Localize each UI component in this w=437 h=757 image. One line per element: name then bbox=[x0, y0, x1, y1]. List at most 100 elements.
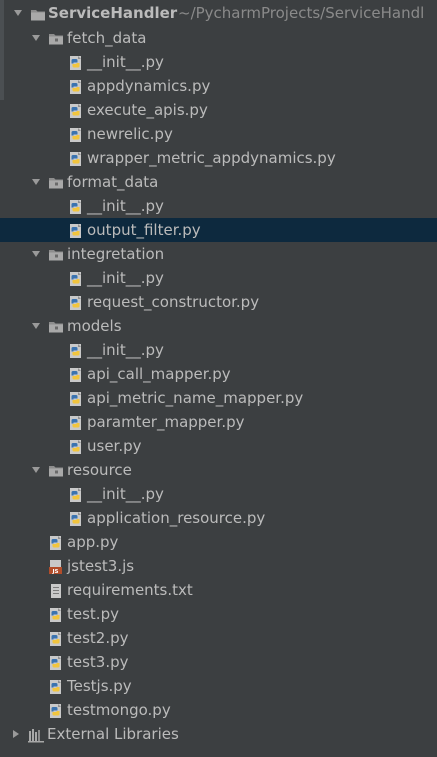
python-file-icon bbox=[68, 198, 84, 214]
python-file-icon bbox=[68, 102, 84, 118]
file-label: paramter_mapper.py bbox=[87, 413, 245, 431]
tree-row-file-testjs-py[interactable]: Testjs.py bbox=[0, 674, 437, 698]
tree-row-file-test3-py[interactable]: test3.py bbox=[0, 650, 437, 674]
file-label: requirements.txt bbox=[67, 581, 193, 599]
project-root-label: ServiceHandler bbox=[48, 4, 178, 22]
javascript-file-icon: JS bbox=[48, 558, 64, 575]
tree-row-file-app-py[interactable]: app.py bbox=[0, 530, 437, 554]
project-root-path: ~/PycharmProjects/ServiceHandl bbox=[178, 4, 425, 22]
tree-row-file-test2-py[interactable]: test2.py bbox=[0, 626, 437, 650]
chevron-down-icon[interactable] bbox=[30, 170, 42, 194]
file-label: api_call_mapper.py bbox=[87, 365, 231, 383]
folder-icon bbox=[48, 462, 64, 478]
file-label: user.py bbox=[87, 437, 142, 455]
python-file-icon bbox=[48, 534, 64, 550]
python-file-icon bbox=[48, 606, 64, 622]
chevron-right-icon[interactable] bbox=[10, 722, 22, 746]
python-file-icon bbox=[68, 126, 84, 142]
file-label: api_metric_name_mapper.py bbox=[87, 389, 304, 407]
file-label: test.py bbox=[67, 605, 119, 623]
python-file-icon bbox=[68, 294, 84, 310]
svg-text:JS: JS bbox=[51, 569, 58, 575]
python-file-icon bbox=[68, 486, 84, 502]
chevron-down-icon[interactable] bbox=[30, 314, 42, 338]
tree-row-folder-fetch-data[interactable]: fetch_data bbox=[0, 26, 437, 50]
file-label: test3.py bbox=[67, 653, 129, 671]
python-file-icon bbox=[68, 78, 84, 94]
python-file-icon bbox=[68, 390, 84, 406]
file-label: request_constructor.py bbox=[87, 293, 260, 311]
folder-label: models bbox=[67, 317, 122, 335]
file-label: application_resource.py bbox=[87, 509, 266, 527]
file-label: jstest3.js bbox=[67, 557, 135, 575]
python-file-icon bbox=[48, 630, 64, 646]
file-label: testmongo.py bbox=[67, 701, 171, 719]
tree-row-file-models-init-py[interactable]: __init__.py bbox=[0, 338, 437, 362]
tree-row-file-jstest3-js[interactable]: JS jstest3.js bbox=[0, 554, 437, 578]
text-file-icon bbox=[48, 582, 64, 598]
tree-row-folder-integretation[interactable]: integretation bbox=[0, 242, 437, 266]
folder-label: format_data bbox=[67, 173, 159, 191]
python-file-icon bbox=[68, 270, 84, 286]
external-libraries-label: External Libraries bbox=[47, 725, 179, 743]
tree-row-file-fetch-data-init-py[interactable]: __init__.py bbox=[0, 50, 437, 74]
chevron-down-icon[interactable] bbox=[30, 458, 42, 482]
file-label: __init__.py bbox=[87, 197, 164, 215]
python-file-icon bbox=[48, 702, 64, 718]
folder-label: resource bbox=[67, 461, 132, 479]
tree-row-folder-format-data[interactable]: format_data bbox=[0, 170, 437, 194]
python-file-icon bbox=[48, 654, 64, 670]
project-folder-icon bbox=[30, 5, 46, 21]
tree-row-file-fetch-data-wrapper-metric-appdynamics-py[interactable]: wrapper_metric_appdynamics.py bbox=[0, 146, 437, 170]
tree-row-file-fetch-data-execute-apis-py[interactable]: execute_apis.py bbox=[0, 98, 437, 122]
tree-row-file-fetch-data-appdynamics-py[interactable]: appdynamics.py bbox=[0, 74, 437, 98]
file-label: app.py bbox=[67, 533, 119, 551]
file-label: __init__.py bbox=[87, 341, 164, 359]
tree-row-file-models-api-call-mapper-py[interactable]: api_call_mapper.py bbox=[0, 362, 437, 386]
tree-row-file-test-py[interactable]: test.py bbox=[0, 602, 437, 626]
folder-icon bbox=[48, 246, 64, 262]
python-file-icon bbox=[68, 150, 84, 166]
tree-row-folder-models[interactable]: models bbox=[0, 314, 437, 338]
file-label: newrelic.py bbox=[87, 125, 173, 143]
tree-row-file-requirements-txt[interactable]: requirements.txt bbox=[0, 578, 437, 602]
chevron-down-icon[interactable] bbox=[30, 26, 42, 50]
tree-row-file-testmongo-py[interactable]: testmongo.py bbox=[0, 698, 437, 722]
folder-label: fetch_data bbox=[67, 29, 147, 47]
folder-icon bbox=[48, 30, 64, 46]
file-label: __init__.py bbox=[87, 269, 164, 287]
chevron-down-icon[interactable] bbox=[30, 242, 42, 266]
python-file-icon bbox=[68, 54, 84, 70]
file-label: appdynamics.py bbox=[87, 77, 211, 95]
python-file-icon bbox=[68, 510, 84, 526]
tree-row-file-format-data-output-filter-py[interactable]: output_filter.py bbox=[0, 218, 437, 242]
tree-row-file-models-user-py[interactable]: user.py bbox=[0, 434, 437, 458]
file-label: __init__.py bbox=[87, 53, 164, 71]
python-file-icon bbox=[68, 342, 84, 358]
python-file-icon bbox=[68, 438, 84, 454]
project-tree: fetch_data __init__.py appdynamics.py execu… bbox=[0, 26, 437, 746]
tree-row-file-models-paramter-mapper-py[interactable]: paramter_mapper.py bbox=[0, 410, 437, 434]
python-file-icon bbox=[68, 414, 84, 430]
folder-icon bbox=[48, 318, 64, 334]
python-file-icon bbox=[48, 678, 64, 694]
tree-row-file-resource-application-resource-py[interactable]: application_resource.py bbox=[0, 506, 437, 530]
tree-row-file-integretation-init-py[interactable]: __init__.py bbox=[0, 266, 437, 290]
tree-row-file-models-api-metric-name-mapper-py[interactable]: api_metric_name_mapper.py bbox=[0, 386, 437, 410]
tree-row-file-fetch-data-newrelic-py[interactable]: newrelic.py bbox=[0, 122, 437, 146]
python-file-icon bbox=[68, 366, 84, 382]
tree-row-folder-resource[interactable]: resource bbox=[0, 458, 437, 482]
tree-row-file-integretation-request-constructor-py[interactable]: request_constructor.py bbox=[0, 290, 437, 314]
tree-row-file-format-data-init-py[interactable]: __init__.py bbox=[0, 194, 437, 218]
project-tool-window: ServiceHandler ~/PycharmProjects/Service… bbox=[0, 0, 437, 757]
file-label: output_filter.py bbox=[87, 221, 201, 239]
folder-label: integretation bbox=[67, 245, 165, 263]
tree-row-external-libraries[interactable]: External Libraries bbox=[0, 722, 437, 746]
external-libraries-icon bbox=[28, 726, 44, 743]
tree-row-project-root[interactable]: ServiceHandler ~/PycharmProjects/Service… bbox=[0, 0, 437, 26]
python-file-icon bbox=[68, 222, 84, 238]
chevron-down-icon[interactable] bbox=[12, 0, 24, 24]
file-label: Testjs.py bbox=[67, 677, 132, 695]
tree-row-file-resource-init-py[interactable]: __init__.py bbox=[0, 482, 437, 506]
file-label: __init__.py bbox=[87, 485, 164, 503]
